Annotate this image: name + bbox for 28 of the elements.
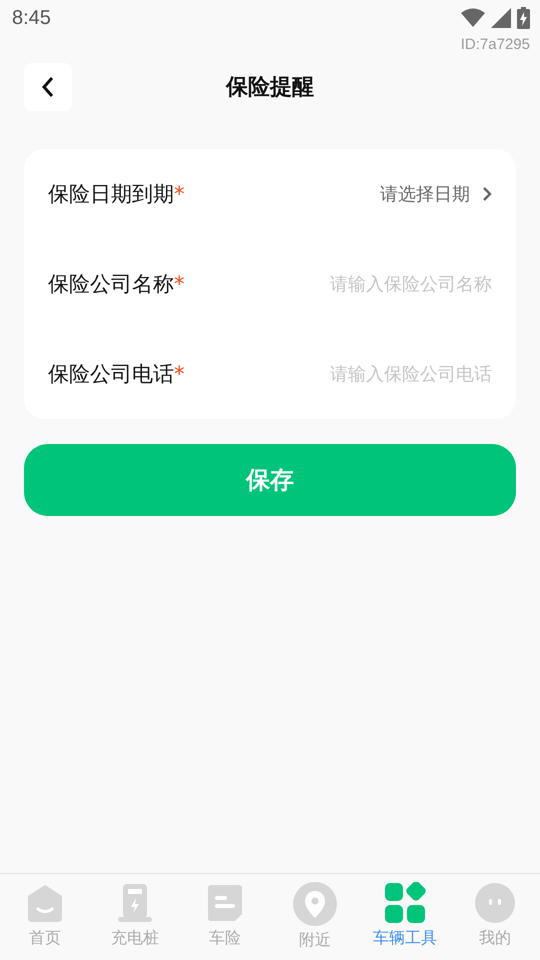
nav-tab[interactable]: 首页 — [0, 874, 90, 960]
face-icon — [474, 882, 516, 924]
field-label: 保险公司电话 — [48, 361, 174, 388]
back-button[interactable] — [24, 63, 72, 111]
nav-tab[interactable]: 我的 — [450, 874, 540, 960]
nav-tab[interactable]: 车辆工具 — [360, 874, 450, 960]
field-label: 保险日期到期 — [48, 181, 174, 208]
wifi-icon — [461, 8, 485, 28]
battery-icon — [517, 7, 530, 29]
save-button[interactable]: 保存 — [24, 444, 516, 516]
device-id: ID:7a7295 — [460, 36, 531, 53]
required-asterisk: * — [174, 182, 184, 206]
signal-icon — [491, 8, 511, 28]
location-icon — [293, 882, 337, 926]
input-field[interactable]: 请输入保险公司名称 — [282, 274, 492, 294]
chevron-right-icon — [482, 186, 492, 202]
page-title: 保险提醒 — [224, 74, 315, 102]
apps-icon — [384, 882, 426, 924]
nav-tab[interactable]: 附近 — [270, 874, 360, 960]
nav-tab[interactable]: 车险 — [180, 874, 270, 960]
input-field[interactable]: 请输入保险公司电话 — [282, 364, 492, 384]
date-picker[interactable]: 请选择日期 — [380, 182, 492, 206]
status-time: 8:45 — [12, 6, 51, 30]
required-asterisk: * — [174, 272, 184, 296]
required-asterisk: * — [174, 362, 184, 386]
field-label: 保险公司名称 — [48, 271, 174, 298]
nav-tab[interactable]: 充电桩 — [90, 874, 180, 960]
back-icon — [41, 76, 55, 98]
